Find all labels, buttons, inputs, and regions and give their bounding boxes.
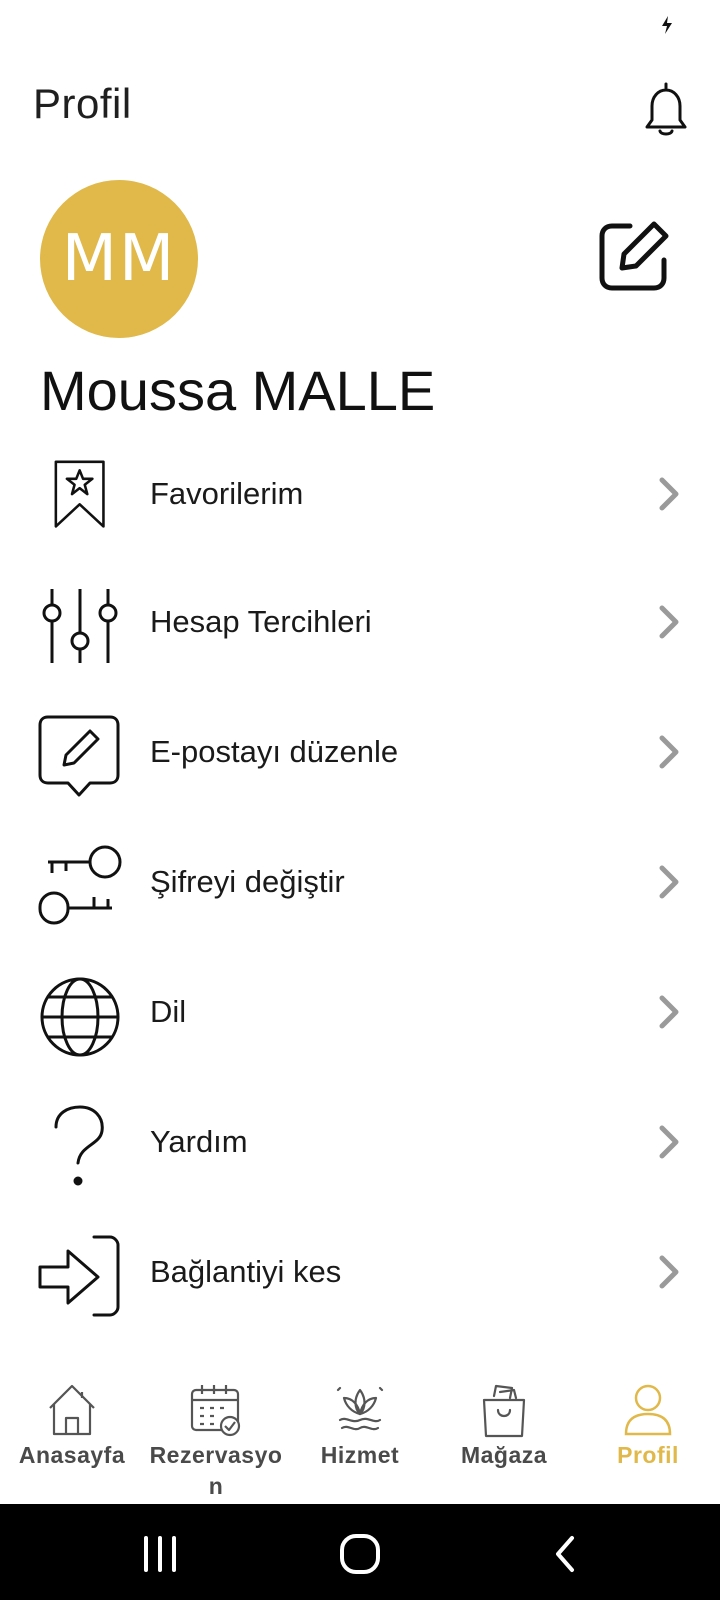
bottom-nav: Anasayfa Rezervasyon Hizmet Mağaza Profi… [0, 1370, 720, 1504]
question-icon [54, 1105, 104, 1186]
chevron-right-icon [659, 995, 679, 1029]
menu-item-language[interactable]: Dil [0, 958, 720, 1068]
menu-item-favorites[interactable]: Favorilerim [0, 440, 720, 550]
chevron-right-icon [659, 865, 679, 899]
nav-label: Mağaza [460, 1442, 548, 1468]
menu-item-change-password[interactable]: Şifreyi değiştir [0, 828, 720, 938]
nav-item-profile[interactable]: Profil [576, 1370, 720, 1504]
avatar-initials: MM [61, 222, 177, 296]
nav-label: Hizmet [320, 1442, 400, 1468]
status-bar [0, 0, 720, 50]
home-icon [49, 1384, 95, 1436]
globe-icon [40, 977, 120, 1057]
menu-item-logout[interactable]: Bağlantiyi kes [0, 1218, 720, 1328]
nav-item-home[interactable]: Anasayfa [0, 1370, 144, 1504]
profile-header: MM [0, 178, 720, 338]
bell-icon[interactable] [640, 80, 692, 138]
user-name: Moussa MALLE [40, 359, 436, 422]
calendar-check-icon [190, 1385, 241, 1437]
avatar[interactable]: MM [40, 180, 198, 338]
chevron-right-icon [659, 735, 679, 769]
system-nav-bar [0, 1504, 720, 1600]
user-icon [624, 1384, 672, 1436]
nav-label: Profil [617, 1442, 679, 1468]
page-title: Profil [33, 80, 132, 127]
home-circle-icon[interactable] [338, 1532, 382, 1576]
nav-label: Rezervasyon [149, 1442, 283, 1499]
chevron-right-icon [659, 1255, 679, 1289]
chevron-right-icon [659, 477, 679, 511]
menu-label: Favorilerim [150, 476, 304, 511]
lotus-icon [336, 1386, 384, 1431]
edit-profile-icon[interactable] [596, 218, 672, 294]
menu-label: Dil [150, 994, 187, 1029]
chevron-right-icon [659, 1125, 679, 1159]
menu-item-help[interactable]: Yardım [0, 1088, 720, 1198]
back-icon[interactable] [544, 1532, 588, 1576]
charging-icon [662, 16, 672, 34]
bookmark-star-icon [54, 460, 105, 528]
nav-label: Anasayfa [18, 1442, 126, 1468]
menu-label: Şifreyi değiştir [150, 864, 345, 899]
menu-item-edit-email[interactable]: E-postayı düzenle [0, 698, 720, 808]
menu-label: E-postayı düzenle [150, 734, 399, 769]
edit-message-icon [38, 715, 120, 797]
logout-icon [38, 1235, 120, 1317]
menu-item-account-preferences[interactable]: Hesap Tercihleri [0, 568, 720, 678]
chevron-right-icon [659, 605, 679, 639]
key-icon [38, 845, 122, 925]
shopping-bag-icon [482, 1384, 526, 1438]
menu-label: Yardım [150, 1124, 248, 1159]
menu-label: Hesap Tercihleri [150, 604, 372, 639]
header: Profil [0, 70, 720, 142]
nav-item-store[interactable]: Mağaza [432, 1370, 576, 1504]
nav-item-service[interactable]: Hizmet [288, 1370, 432, 1504]
recents-icon[interactable] [138, 1532, 182, 1576]
nav-item-reservation[interactable]: Rezervasyon [144, 1370, 288, 1504]
sliders-icon [42, 589, 118, 663]
menu-label: Bağlantiyi kes [150, 1254, 342, 1289]
